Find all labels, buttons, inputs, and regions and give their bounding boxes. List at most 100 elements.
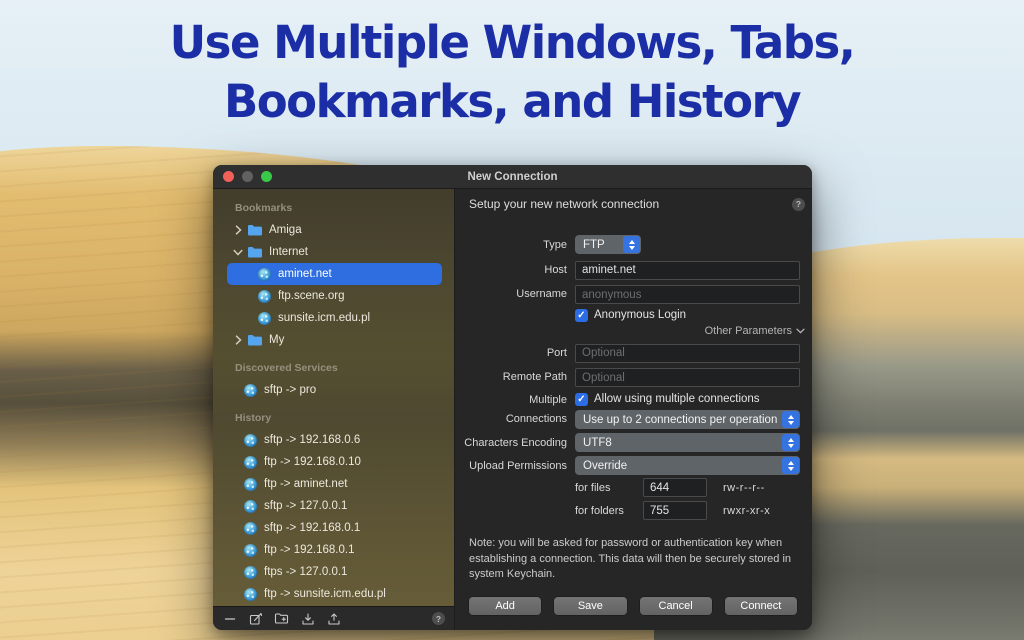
list-item-label: ftp -> sunsite.icm.edu.pl <box>264 588 386 600</box>
sidebar-help-button[interactable]: ? <box>432 612 445 625</box>
sidebar-item-label: aminet.net <box>278 268 332 280</box>
chevron-right-icon[interactable] <box>231 335 245 345</box>
window-body: Bookmarks Amiga <box>213 189 812 630</box>
history-item[interactable]: ftp -> 192.168.0.1 <box>213 539 454 561</box>
history-item[interactable]: sftp -> 127.0.0.1 <box>213 495 454 517</box>
anonymous-login-checkbox[interactable]: ✓ <box>575 309 588 322</box>
sidebar-item-sunsite[interactable]: sunsite.icm.edu.pl <box>213 307 454 329</box>
sidebar-item-label: Amiga <box>269 224 302 236</box>
sidebar-item-ftp-scene-org[interactable]: ftp.scene.org <box>213 285 454 307</box>
network-site-icon <box>258 312 271 325</box>
history-item[interactable]: ftps -> 127.0.0.1 <box>213 561 454 583</box>
host-input[interactable] <box>575 261 800 280</box>
network-site-icon <box>244 588 257 601</box>
connection-form: Type FTP Host Username <box>461 235 805 615</box>
new-connection-window: New Connection Bookmarks Amiga <box>213 165 812 630</box>
network-site-icon <box>258 268 271 281</box>
list-item-label: ftp -> 192.168.0.10 <box>264 456 361 468</box>
save-button[interactable]: Save <box>554 597 626 615</box>
import-bookmarks-icon[interactable] <box>300 611 315 626</box>
network-site-icon <box>244 384 257 397</box>
network-site-icon <box>244 522 257 535</box>
sidebar-item-amiga[interactable]: Amiga <box>213 219 454 241</box>
window-titlebar[interactable]: New Connection <box>213 165 812 189</box>
folder-icon <box>247 224 263 236</box>
list-item-label: ftp -> 192.168.0.1 <box>264 544 354 556</box>
username-label: Username <box>461 288 567 300</box>
files-permission-input[interactable] <box>643 478 707 497</box>
sidebar-item-label: My <box>269 334 284 346</box>
remove-bookmark-icon[interactable] <box>222 611 237 626</box>
list-item-label: sftp -> 192.168.0.6 <box>264 434 360 446</box>
sidebar-item-label: sunsite.icm.edu.pl <box>278 312 370 324</box>
wallpaper-heading: Use Multiple Windows, Tabs, Bookmarks, a… <box>0 14 1024 131</box>
stepper-icon <box>782 434 799 451</box>
username-input[interactable] <box>575 285 800 304</box>
multiple-connections-checkbox[interactable]: ✓ <box>575 393 588 406</box>
chevron-down-icon[interactable] <box>231 249 245 256</box>
sidebar-item-label: Internet <box>269 246 308 258</box>
other-parameters-toggle[interactable]: Other Parameters <box>705 325 805 337</box>
network-site-icon <box>244 478 257 491</box>
sidebar-item-label: ftp.scene.org <box>278 290 344 302</box>
files-permission-mask: rw-r--r-- <box>723 482 765 494</box>
add-button[interactable]: Add <box>469 597 541 615</box>
panel-title: Setup your new network connection <box>469 197 659 211</box>
history-item[interactable]: sftp -> 192.168.0.1 <box>213 517 454 539</box>
heading-line-1: Use Multiple Windows, Tabs, <box>0 14 1024 73</box>
multiple-connections-checkbox-label: Allow using multiple connections <box>594 393 760 405</box>
multiple-connections-label: Multiple Connections <box>461 391 567 429</box>
discovered-item-sftp-pro[interactable]: sftp -> pro <box>213 379 454 401</box>
bookmarks-sidebar: Bookmarks Amiga <box>213 189 455 630</box>
host-label: Host <box>461 264 567 276</box>
characters-encoding-label: Characters Encoding <box>461 437 567 449</box>
list-item-label: ftp -> aminet.net <box>264 478 347 490</box>
edit-bookmark-icon[interactable] <box>248 611 263 626</box>
network-site-icon <box>244 566 257 579</box>
connect-button[interactable]: Connect <box>725 597 797 615</box>
history-item[interactable]: sftp -> 192.168.0.6 <box>213 429 454 451</box>
cancel-button[interactable]: Cancel <box>640 597 712 615</box>
other-parameters-label: Other Parameters <box>705 325 792 337</box>
connections-count-select[interactable]: Use up to 2 connections per operation <box>575 410 800 429</box>
window-title: New Connection <box>213 171 812 183</box>
connection-setup-panel: Setup your new network connection ? Type… <box>455 189 812 630</box>
network-site-icon <box>258 290 271 303</box>
history-item[interactable]: ftp -> 192.168.0.10 <box>213 451 454 473</box>
sidebar-item-my[interactable]: My <box>213 329 454 351</box>
upload-permissions-select[interactable]: Override <box>575 456 800 475</box>
heading-line-2: Bookmarks, and History <box>0 73 1024 132</box>
type-label: Type <box>461 239 567 251</box>
stepper-icon <box>782 411 799 428</box>
network-site-icon <box>244 456 257 469</box>
history-header: History <box>213 411 454 425</box>
sidebar-item-internet[interactable]: Internet <box>213 241 454 263</box>
type-select[interactable]: FTP <box>575 235 641 254</box>
characters-encoding-select[interactable]: UTF8 <box>575 433 800 452</box>
port-label: Port <box>461 347 567 359</box>
folders-permission-input[interactable] <box>643 501 707 520</box>
folder-icon <box>247 334 263 346</box>
help-button[interactable]: ? <box>792 198 805 211</box>
for-folders-label: for folders <box>575 505 643 517</box>
list-item-label: sftp -> 192.168.0.1 <box>264 522 360 534</box>
upload-permissions-label: Upload Permissions <box>461 460 567 472</box>
remote-path-label: Remote Path <box>461 371 567 383</box>
port-input[interactable] <box>575 344 800 363</box>
export-bookmarks-icon[interactable] <box>326 611 341 626</box>
chevron-right-icon[interactable] <box>231 225 245 235</box>
upload-permissions-value: Override <box>583 460 627 472</box>
sidebar-toolbar: ? <box>213 606 454 630</box>
list-item-label: sftp -> 127.0.0.1 <box>264 500 347 512</box>
for-files-label: for files <box>575 482 643 494</box>
history-item[interactable]: ftp -> sunsite.icm.edu.pl <box>213 583 454 605</box>
list-item-label: sftp -> pro <box>264 384 316 396</box>
keychain-note: Note: you will be asked for password or … <box>469 536 805 583</box>
new-folder-icon[interactable] <box>274 611 289 626</box>
discovered-services-header: Discovered Services <box>213 361 454 375</box>
history-item[interactable]: ftp -> aminet.net <box>213 473 454 495</box>
folders-permission-mask: rwxr-xr-x <box>723 505 770 517</box>
sidebar-list: Bookmarks Amiga <box>213 189 454 606</box>
sidebar-item-aminet-selected[interactable]: aminet.net <box>227 263 442 285</box>
remote-path-input[interactable] <box>575 368 800 387</box>
